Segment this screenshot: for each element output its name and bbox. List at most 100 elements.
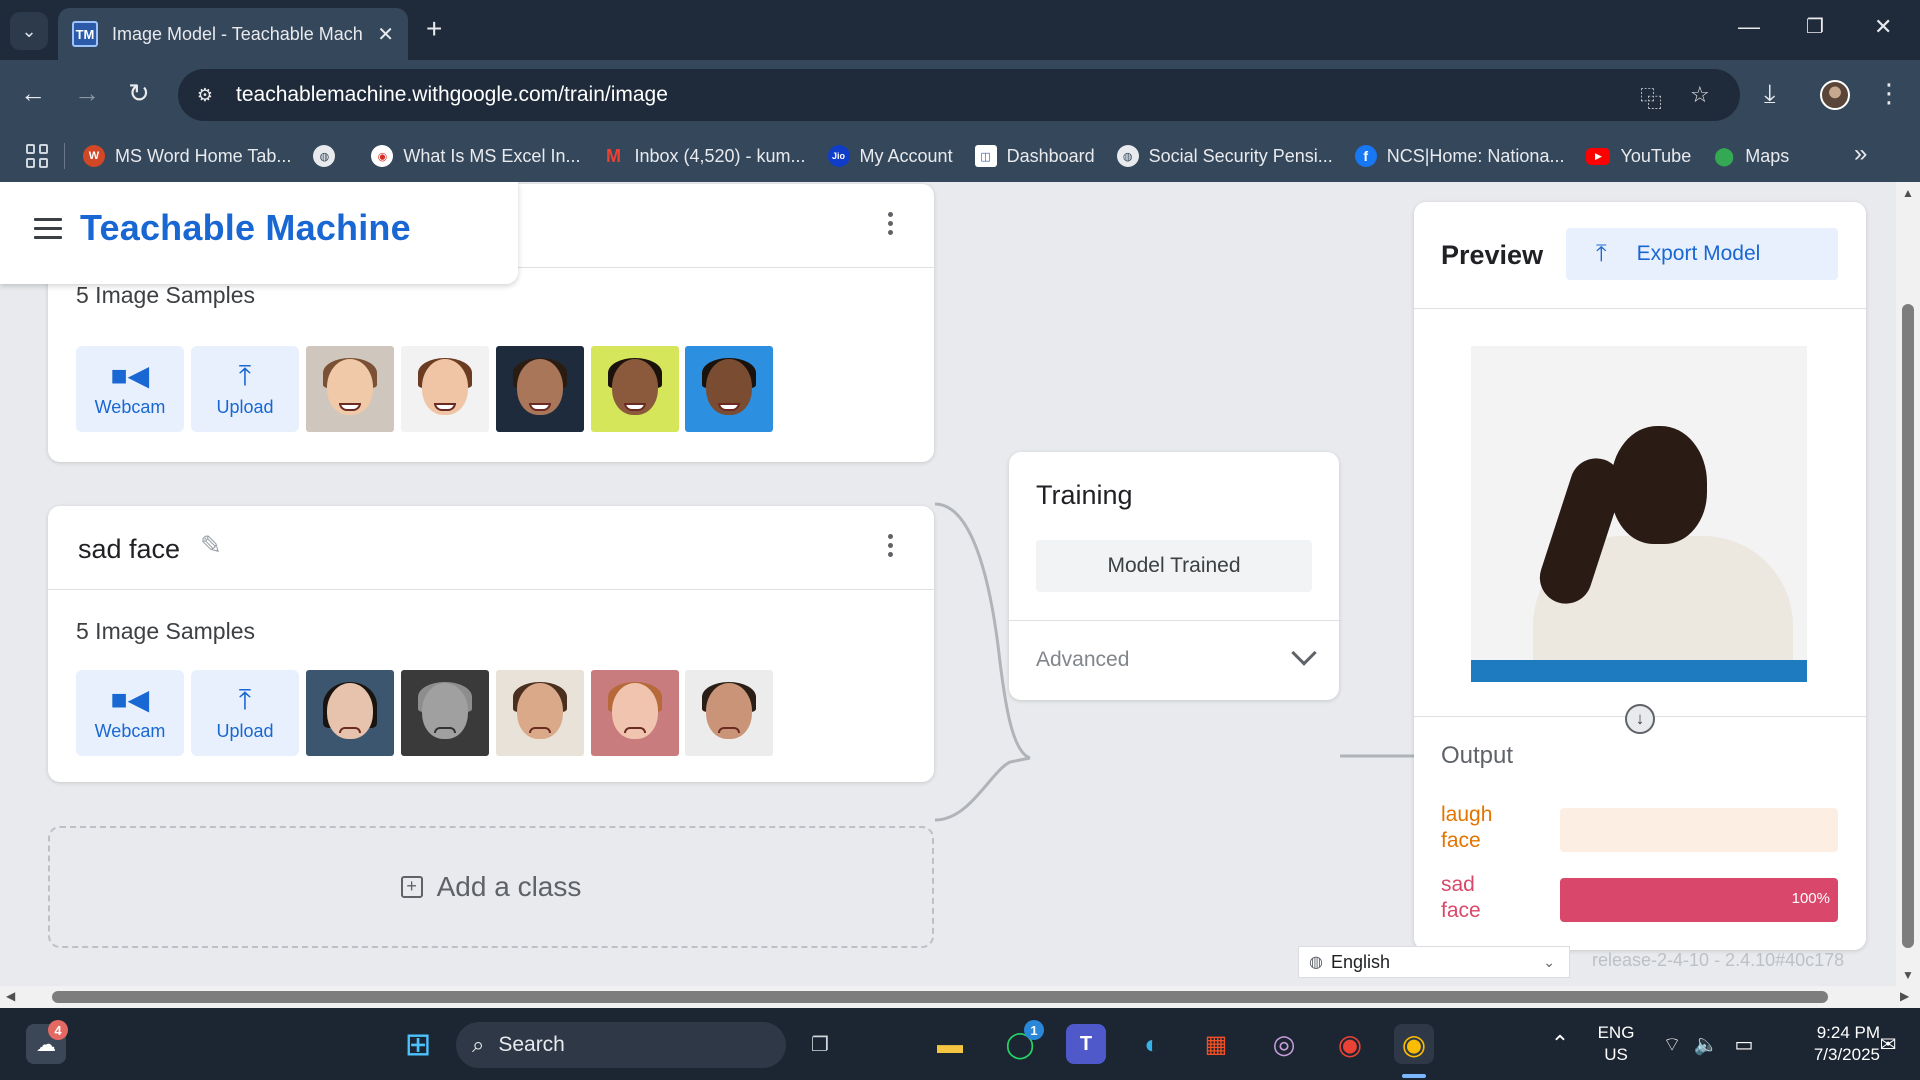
- horizontal-scrollbar[interactable]: ◀ ▶: [0, 986, 1920, 1008]
- tab-search-button[interactable]: ⌄: [10, 12, 48, 50]
- upload-icon: ⤒: [238, 683, 252, 715]
- volume-icon[interactable]: 🔈: [1686, 1024, 1726, 1064]
- vertical-scrollbar[interactable]: ▲ ▼: [1896, 182, 1920, 986]
- app-title[interactable]: Teachable Machine: [80, 207, 411, 249]
- bookmark-ms-excel[interactable]: ◉ What Is MS Excel In...: [371, 145, 580, 167]
- sample-thumbnail[interactable]: [685, 670, 773, 756]
- bookmark-maps[interactable]: ⬤ Maps: [1713, 145, 1789, 167]
- chevron-up-icon[interactable]: ⌃: [1540, 1024, 1580, 1064]
- edge-icon[interactable]: ◐: [1132, 1024, 1172, 1064]
- chrome-icon[interactable]: ◉: [1330, 1024, 1370, 1064]
- sample-thumbnail[interactable]: [306, 346, 394, 432]
- microsoft-store-icon[interactable]: ▦: [1196, 1024, 1236, 1064]
- confidence-bar-sad-face: 100%: [1560, 878, 1838, 922]
- browser-toolbar: ← → ↻ ⚙ teachablemachine.withgoogle.com/…: [0, 60, 1920, 130]
- confidence-bar-laugh-face: [1560, 808, 1838, 852]
- sample-thumbnail[interactable]: [496, 346, 584, 432]
- back-button[interactable]: ←: [20, 78, 46, 108]
- output-label-sad-face: sad face: [1441, 873, 1481, 922]
- sample-thumbnail[interactable]: [591, 346, 679, 432]
- preview-title: Preview: [1441, 240, 1544, 270]
- webcam-button[interactable]: ■◀ Webcam: [76, 346, 184, 432]
- chevron-down-icon[interactable]: [1291, 640, 1317, 666]
- language-select[interactable]: ◍ English ⌄: [1298, 946, 1570, 978]
- bookmark-youtube[interactable]: ▶ YouTube: [1586, 146, 1691, 167]
- scroll-down-icon[interactable]: ▼: [1902, 968, 1914, 982]
- apps-grid-icon[interactable]: [26, 144, 50, 168]
- bookmark-star-icon[interactable]: ☆: [1690, 82, 1710, 108]
- active-app-indicator: [1402, 1074, 1426, 1078]
- training-divider: [1009, 620, 1339, 621]
- chrome-profile-icon[interactable]: ◉: [1394, 1024, 1434, 1064]
- bookmark-ncs[interactable]: f NCS|Home: Nationa...: [1354, 145, 1564, 167]
- class-options-kebab-icon[interactable]: [888, 534, 894, 561]
- sample-thumbnail[interactable]: [496, 670, 584, 756]
- dashboard-icon: ◫: [974, 145, 997, 167]
- pencil-edit-icon[interactable]: ✎: [200, 530, 222, 561]
- site-settings-icon[interactable]: ⚙: [192, 82, 218, 108]
- minimize-window-button[interactable]: —: [1738, 14, 1760, 40]
- task-view-icon[interactable]: ❐: [800, 1024, 840, 1064]
- excel-favicon: ◉: [371, 145, 394, 167]
- sample-thumbnail[interactable]: [401, 670, 489, 756]
- train-model-button[interactable]: Model Trained: [1036, 540, 1312, 592]
- bookmark-globe[interactable]: ◍: [313, 145, 349, 167]
- class-options-kebab-icon[interactable]: [888, 212, 894, 239]
- download-icon[interactable]: ⤓: [1764, 78, 1776, 110]
- new-tab-button[interactable]: +: [426, 14, 442, 44]
- training-card: Training Model Trained Advanced: [1009, 452, 1339, 700]
- close-tab-icon[interactable]: ✕: [377, 22, 394, 47]
- globe-icon: ◍: [1116, 145, 1139, 167]
- chevron-down-icon: ⌄: [1543, 953, 1555, 970]
- file-explorer-icon[interactable]: ▬: [930, 1024, 970, 1064]
- chevron-down-icon: ⌄: [21, 20, 37, 41]
- video-camera-icon: ■◀: [110, 359, 150, 391]
- sample-thumbnail[interactable]: [591, 670, 679, 756]
- horizontal-scroll-thumb[interactable]: [52, 991, 1828, 1003]
- teams-icon[interactable]: T: [1066, 1024, 1106, 1064]
- search-icon: ⌕: [472, 1032, 485, 1057]
- sample-thumbnail[interactable]: [306, 670, 394, 756]
- bookmark-my-account[interactable]: Jio My Account: [827, 145, 953, 167]
- hamburger-menu-icon[interactable]: [34, 218, 62, 245]
- windows-start-icon[interactable]: ⊞: [398, 1024, 438, 1064]
- scroll-left-icon[interactable]: ◀: [6, 989, 15, 1003]
- forward-button[interactable]: →: [74, 78, 100, 108]
- input-language-indicator[interactable]: ENG US: [1596, 1022, 1636, 1066]
- copilot-icon[interactable]: ◎: [1264, 1024, 1304, 1064]
- export-model-button[interactable]: ⤒ Export Model: [1566, 228, 1838, 280]
- bookmark-gmail[interactable]: M Inbox (4,520) - kum...: [602, 145, 806, 167]
- output-label-laugh-face: laugh face: [1441, 803, 1493, 852]
- samples-count-label: 5 Image Samples: [76, 282, 255, 308]
- upload-button[interactable]: ⤒ Upload: [191, 346, 299, 432]
- taskbar-search-box[interactable]: ⌕ Search: [456, 1022, 786, 1068]
- bookmark-dashboard[interactable]: ◫ Dashboard: [974, 145, 1095, 167]
- more-bookmarks-icon[interactable]: »: [1854, 140, 1867, 168]
- reload-button[interactable]: ↻: [128, 78, 150, 108]
- url-text[interactable]: teachablemachine.withgoogle.com/train/im…: [236, 83, 668, 107]
- class-name[interactable]: sad face: [78, 534, 180, 565]
- profile-avatar[interactable]: [1820, 80, 1850, 110]
- sample-thumbnail[interactable]: [685, 346, 773, 432]
- upload-button[interactable]: ⤒ Upload: [191, 670, 299, 756]
- scroll-right-icon[interactable]: ▶: [1900, 989, 1909, 1003]
- webcam-button[interactable]: ■◀ Webcam: [76, 670, 184, 756]
- restore-window-button[interactable]: ❐: [1806, 14, 1824, 39]
- scroll-up-icon[interactable]: ▲: [1902, 186, 1914, 200]
- close-window-button[interactable]: ✕: [1874, 14, 1892, 40]
- bookmark-social-security[interactable]: ◍ Social Security Pensi...: [1116, 145, 1333, 167]
- notifications-icon[interactable]: ✉: [1868, 1024, 1908, 1064]
- add-class-button[interactable]: + Add a class: [48, 826, 934, 948]
- clock[interactable]: 9:24 PM 7/3/2025: [1770, 1022, 1880, 1066]
- bookmarks-bar: W MS Word Home Tab... ◍ ◉ What Is MS Excel…: [0, 130, 1920, 182]
- sample-thumbnail[interactable]: [401, 346, 489, 432]
- class-card-header: sad face ✎: [48, 506, 934, 590]
- address-bar[interactable]: ⚙ teachablemachine.withgoogle.com/train/…: [178, 69, 1740, 121]
- bookmark-ms-word[interactable]: W MS Word Home Tab...: [83, 145, 291, 167]
- battery-icon[interactable]: ▭: [1724, 1024, 1764, 1064]
- more-menu-icon[interactable]: ⋮: [1876, 78, 1902, 109]
- advanced-toggle[interactable]: Advanced: [1036, 648, 1129, 672]
- vertical-scroll-thumb[interactable]: [1902, 304, 1914, 948]
- translate-icon[interactable]: ⿻: [1640, 82, 1662, 114]
- browser-tab-active[interactable]: TM Image Model - Teachable Mach ✕: [58, 8, 408, 60]
